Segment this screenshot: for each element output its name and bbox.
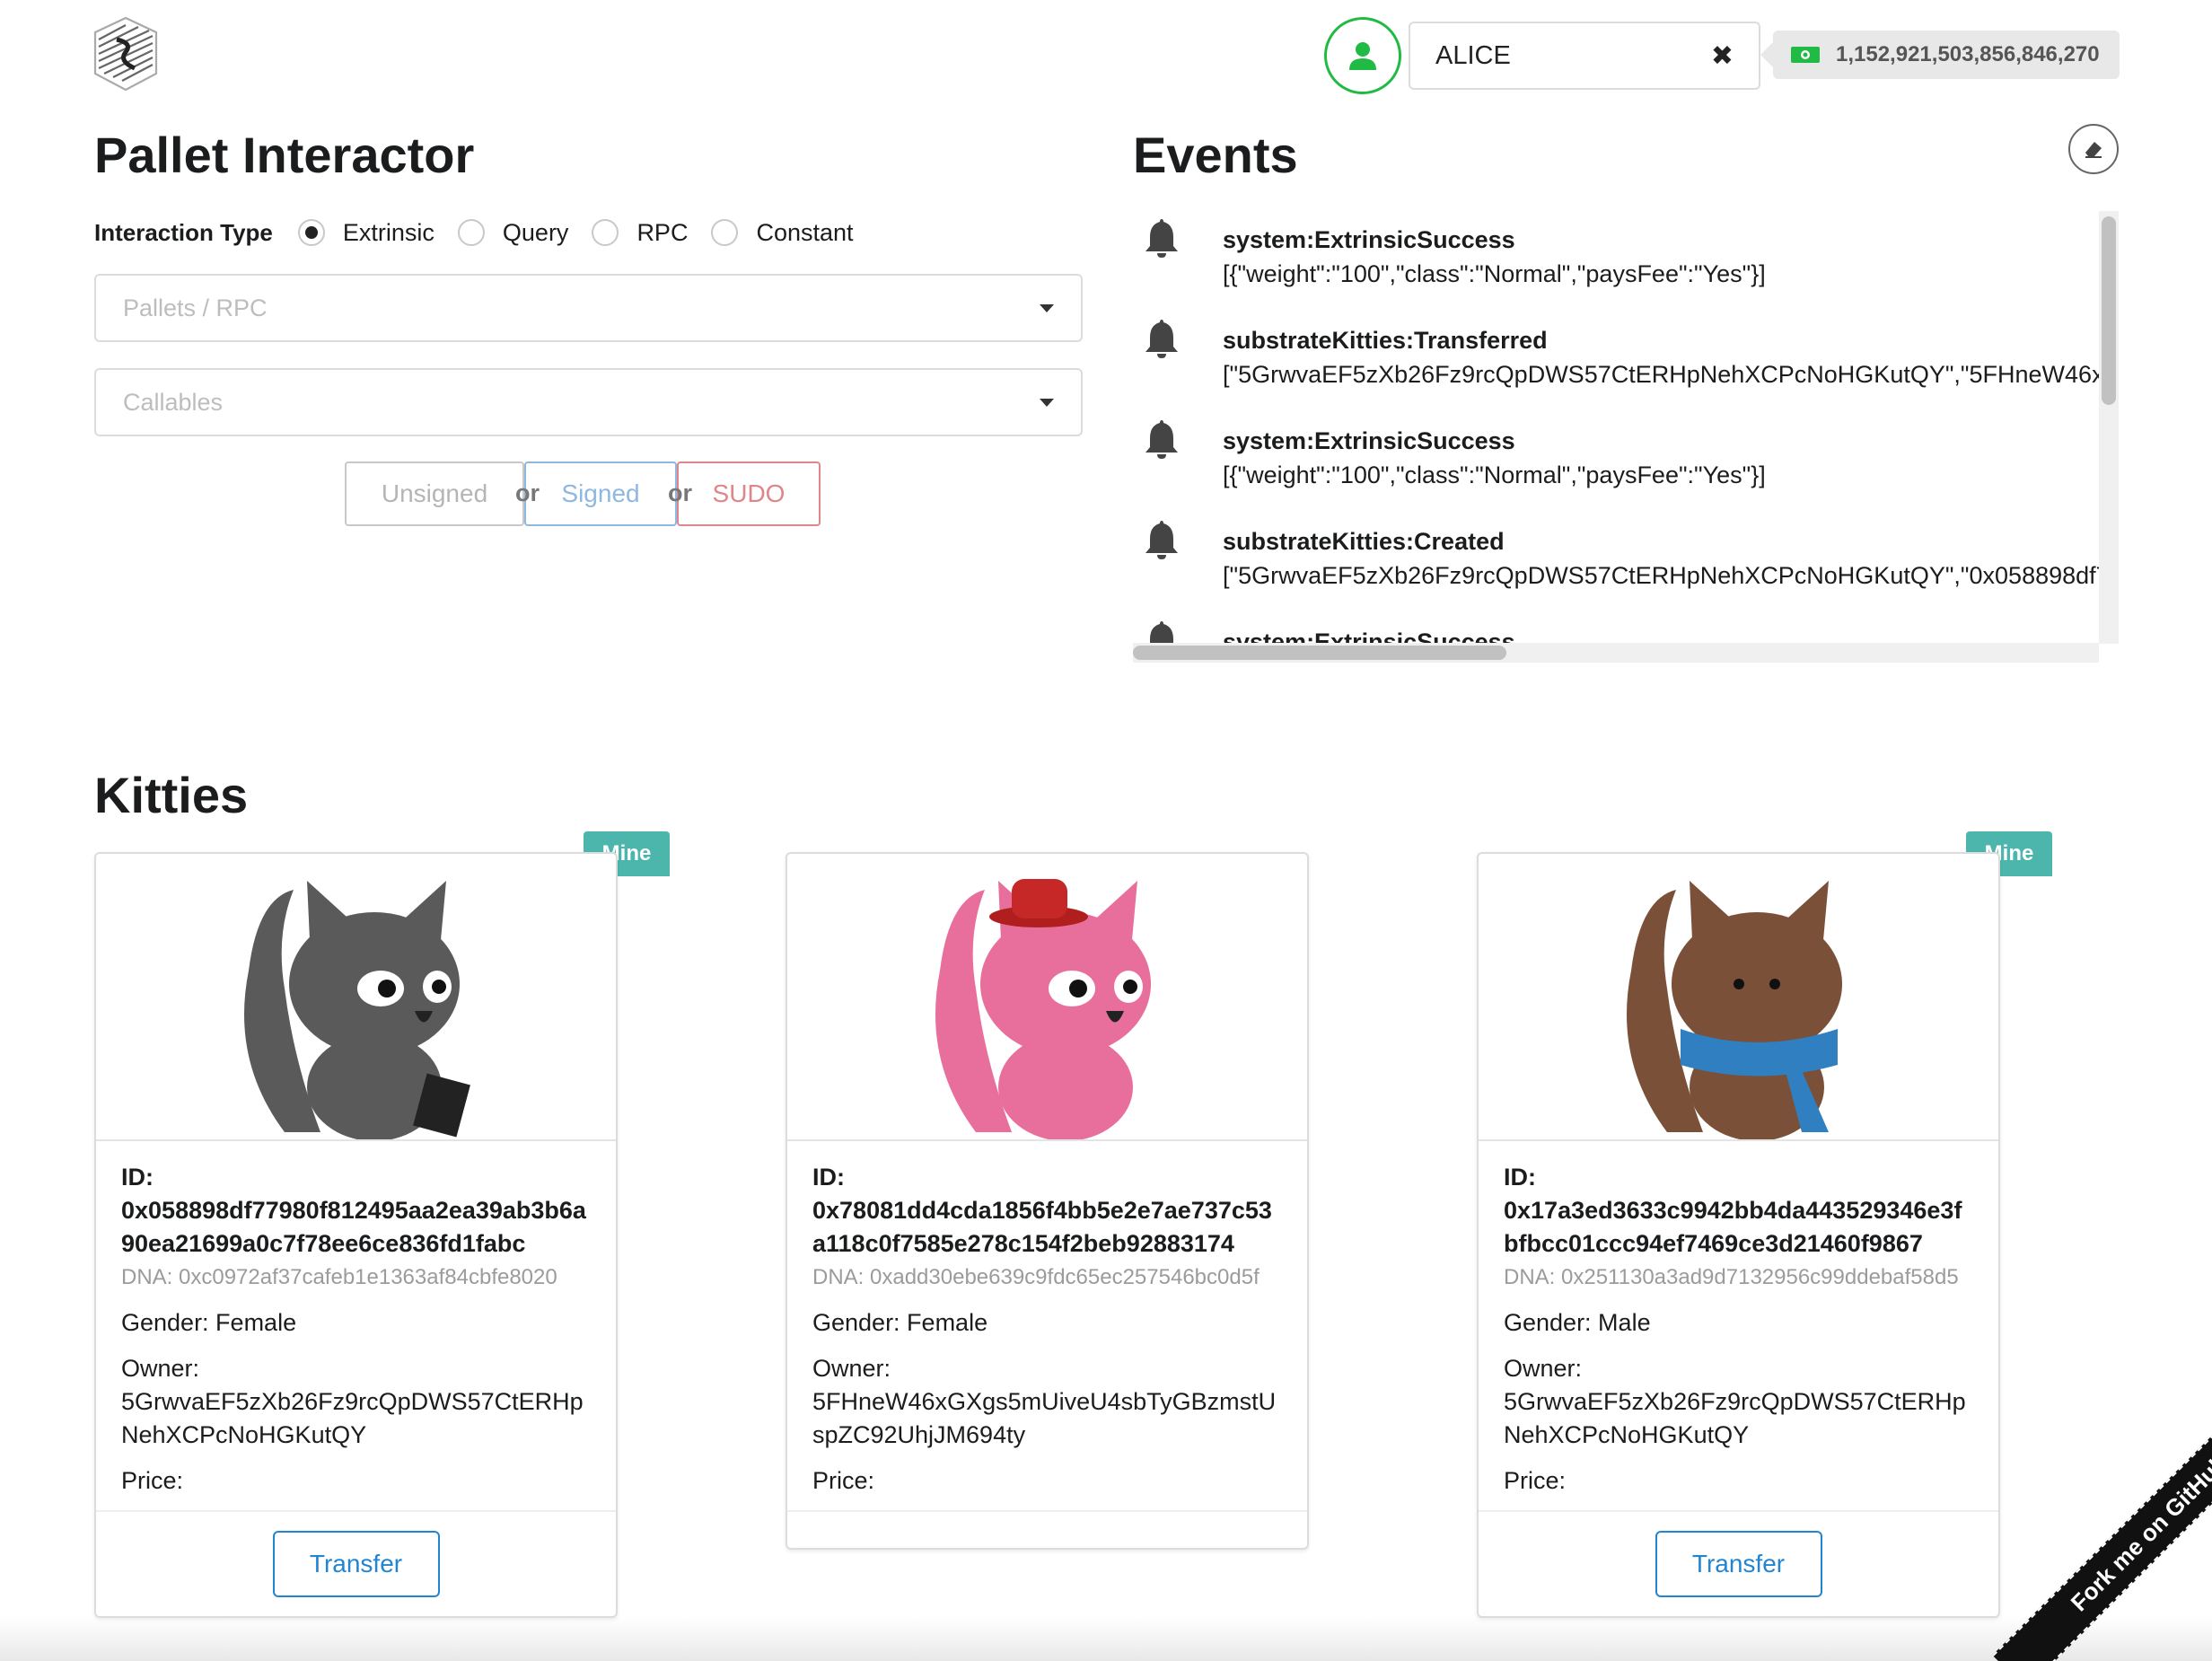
kitty-actions: Transfer	[1479, 1510, 1998, 1616]
kitty-price-label: Price:	[121, 1467, 184, 1494]
tx-button-group: Unsigned or Signed or SUDO	[345, 461, 821, 526]
kitty-dna: DNA: 0xc0972af37cafeb1e1363af84cbfe8020	[121, 1265, 557, 1289]
event-name: substrateKitties:Created	[1223, 528, 1505, 555]
chevron-down-icon[interactable]	[1040, 398, 1054, 407]
kitty-owner: 5GrwvaEF5zXb26Fz9rcQpDWS57CtERHpNehXCPcN…	[121, 1388, 584, 1448]
clear-account-icon[interactable]: ✖	[1711, 40, 1734, 72]
account-avatar-icon[interactable]	[1324, 17, 1401, 94]
bottom-fade	[0, 1616, 2212, 1661]
radio-query-button[interactable]	[457, 219, 485, 246]
event-item: system:ExtrinsicSuccess [{"weight":"100"…	[1133, 214, 2102, 303]
kitty-price-label: Price:	[1504, 1467, 1567, 1494]
kitty-owner-label: Owner:	[121, 1355, 200, 1382]
events-title: Events	[1133, 127, 1298, 183]
pallets-placeholder: Pallets / RPC	[123, 294, 268, 321]
balance-value: 1,152,921,503,856,846,270	[1836, 42, 2100, 66]
bell-icon	[1146, 320, 1178, 358]
bell-icon	[1150, 621, 1173, 643]
callables-dropdown[interactable]: Callables	[94, 368, 1083, 436]
bell-icon	[1146, 219, 1178, 258]
radio-rpc-label: RPC	[636, 218, 689, 246]
events-vertical-scrollbar[interactable]	[2099, 211, 2119, 644]
radio-constant-button[interactable]	[711, 219, 739, 246]
chevron-down-icon[interactable]	[1040, 303, 1054, 312]
kitty-card: ID: 0x058898df77980f812495aa2ea39ab3b6a9…	[94, 852, 618, 1618]
event-name: system:ExtrinsicSuccess	[1223, 226, 1515, 253]
radio-extrinsic-label: Extrinsic	[342, 218, 434, 246]
kitty-gender: Gender: Female	[121, 1309, 297, 1336]
kitty-id: 0x058898df77980f812495aa2ea39ab3b6a90ea2…	[121, 1197, 586, 1257]
kitty-id: 0x17a3ed3633c9942bb4da443529346e3fbfbcc0…	[1504, 1197, 1962, 1257]
radio-rpc-button[interactable]	[592, 219, 619, 246]
or-label: or	[668, 479, 692, 506]
radio-extrinsic[interactable]: Extrinsic	[297, 218, 434, 247]
event-item: system:ExtrinsicSuccess [{"weight":"100"…	[1133, 415, 2102, 505]
kitty-dna: DNA: 0xadd30ebe639c9fdc65ec257546bc0d5f	[812, 1265, 1260, 1289]
account-selector[interactable]: ALICE ✖	[1409, 22, 1760, 90]
events-feed[interactable]: system:ExtrinsicSuccess [{"weight":"100"…	[1133, 214, 2119, 643]
kitty-owner: 5FHneW46xGXgs5mUiveU4sbTyGBzmstUspZC92Uh…	[812, 1388, 1277, 1448]
event-name: system:ExtrinsicSuccess	[1223, 628, 1515, 643]
kitty-actions: Transfer	[96, 1510, 616, 1616]
kitty-id: 0x78081dd4cda1856f4bb5e2e7ae737c53a118c0…	[812, 1197, 1272, 1257]
signed-button[interactable]: Signed	[524, 461, 677, 526]
kitty-owner-label: Owner:	[812, 1355, 891, 1382]
radio-constant[interactable]: Constant	[711, 218, 854, 247]
fork-on-github-link[interactable]: Fork me on GitHub	[1992, 1375, 2212, 1661]
kitty-image	[787, 854, 1307, 1141]
event-name: system:ExtrinsicSuccess	[1223, 427, 1515, 454]
substrate-logo-icon	[90, 16, 162, 92]
kitty-id-label: ID:	[121, 1164, 154, 1191]
kitty-gender: Gender: Male	[1504, 1309, 1651, 1336]
money-icon	[1791, 47, 1820, 63]
transfer-button[interactable]: Transfer	[1655, 1531, 1822, 1597]
balance-label: 1,152,921,503,856,846,270	[1760, 31, 2120, 79]
sudo-button[interactable]: SUDO	[677, 461, 821, 526]
kitty-card: ID: 0x78081dd4cda1856f4bb5e2e7ae737c53a1…	[786, 852, 1309, 1550]
unsigned-button[interactable]: Unsigned	[345, 461, 524, 526]
kitty-card: ID: 0x17a3ed3633c9942bb4da443529346e3fbf…	[1477, 852, 2000, 1618]
clear-events-button[interactable]	[2068, 124, 2119, 174]
events-horizontal-scrollbar[interactable]	[1133, 643, 2099, 663]
pallet-interactor-title: Pallet Interactor	[94, 127, 475, 183]
interaction-type-label: Interaction Type	[94, 218, 273, 246]
bell-icon	[1146, 521, 1178, 559]
eraser-icon	[2085, 142, 2102, 158]
event-item: system:ExtrinsicSuccess	[1133, 616, 2102, 643]
kitty-owner: 5GrwvaEF5zXb26Fz9rcQpDWS57CtERHpNehXCPcN…	[1504, 1388, 1966, 1448]
pallets-dropdown[interactable]: Pallets / RPC	[94, 274, 1083, 342]
event-name: substrateKitties:Transferred	[1223, 327, 1548, 354]
kitty-id-label: ID:	[1504, 1164, 1536, 1191]
event-data: [{"weight":"100","class":"Normal","paysF…	[1223, 461, 1766, 488]
event-item: substrateKitties:Transferred ["5GrwvaEF5…	[1133, 314, 2119, 404]
kitties-title: Kitties	[94, 767, 249, 823]
kitty-image	[96, 854, 616, 1141]
transfer-button[interactable]: Transfer	[272, 1531, 440, 1597]
interaction-type-group: Interaction Type Extrinsic Query RPC Con…	[94, 214, 877, 251]
kitty-price-label: Price:	[812, 1467, 875, 1494]
or-label: or	[515, 479, 540, 506]
event-item: substrateKitties:Created ["5GrwvaEF5zXb2…	[1133, 515, 2119, 605]
callables-placeholder: Callables	[123, 388, 224, 416]
kitty-dna: DNA: 0x251130a3ad9d7132956c99ddebaf58d5	[1504, 1265, 1959, 1289]
account-name: ALICE	[1435, 40, 1511, 70]
kitty-id-label: ID:	[812, 1164, 845, 1191]
kitty-owner-label: Owner:	[1504, 1355, 1583, 1382]
event-data: ["5GrwvaEF5zXb26Fz9rcQpDWS57CtERHpNehXCP…	[1223, 562, 2119, 589]
radio-extrinsic-button[interactable]	[297, 219, 325, 246]
kitty-actions	[787, 1510, 1307, 1548]
github-ribbon-container: Fork me on GitHub	[1925, 1374, 2212, 1661]
radio-query-label: Query	[502, 218, 569, 246]
radio-query[interactable]: Query	[457, 218, 569, 247]
event-data: [{"weight":"100","class":"Normal","paysF…	[1223, 260, 1766, 287]
event-data: ["5GrwvaEF5zXb26Fz9rcQpDWS57CtERHpNehXCP…	[1223, 361, 2119, 388]
kitty-gender: Gender: Female	[812, 1309, 988, 1336]
radio-rpc[interactable]: RPC	[592, 219, 688, 247]
kitty-image	[1479, 854, 1998, 1141]
radio-constant-label: Constant	[756, 218, 854, 246]
bell-icon	[1146, 420, 1178, 459]
